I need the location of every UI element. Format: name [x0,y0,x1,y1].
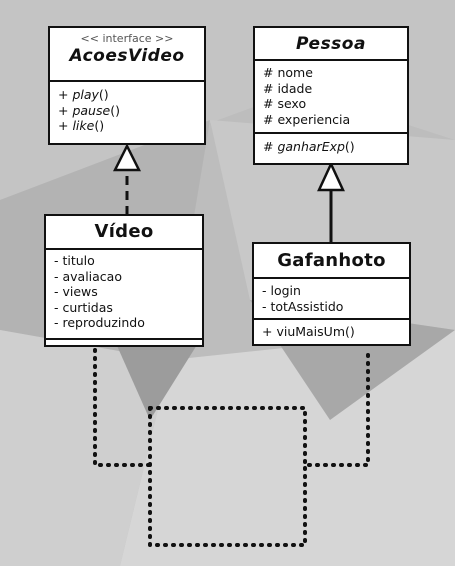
pessoa-header: Pessoa [255,28,407,59]
interface-header: << interface >> AcoesVideo [50,28,204,80]
gafanhoto-header: Gafanhoto [254,244,409,277]
attribute-idade: # idade [263,80,313,96]
inheritance-arrowhead [317,161,345,192]
gafanhoto-name: Gafanhoto [277,250,386,271]
gafanhoto-methods: + viuMaisUm() [254,318,409,340]
class-video-box: Vídeo - titulo - avaliacao - views - cur… [44,214,204,347]
attribute-nome: # nome [263,65,313,80]
video-attributes: - titulo - avaliacao - views - curtidas … [46,248,202,338]
pessoa-name: Pessoa [296,34,366,54]
method-like: + like() [58,118,105,133]
attribute-views: - views [54,284,98,299]
attribute-experiencia: # experiencia [263,111,351,127]
video-methods [46,338,202,345]
method-pause: + pause() [58,102,120,118]
gafanhoto-attributes: - login - totAssistido [254,277,409,318]
attribute-titulo: - titulo [54,253,95,268]
attribute-login: - login [262,283,301,298]
attribute-sexo: # sexo [263,96,307,111]
pessoa-attributes: # nome # idade # sexo # experiencia [255,59,407,132]
attribute-reproduzindo: - reproduzindo [54,315,145,330]
method-play: + play() [58,87,109,102]
method-viumaisum: + viuMaisUm() [262,324,355,339]
class-gafanhoto-box: Gafanhoto - login - totAssistido + viuMa… [252,242,411,346]
interface-stereotype: << interface >> [80,32,174,45]
attribute-avaliacao: - avaliacao [54,268,122,284]
pessoa-methods: # ganharExp() [255,132,407,155]
interface-methods: + play() + pause() + like() [50,80,204,134]
realization-arrowhead [112,143,142,172]
video-name: Vídeo [94,221,154,242]
dotted-association [93,348,370,547]
interface-acoesvideo-box: << interface >> AcoesVideo + play() + pa… [48,26,206,145]
attribute-totassistido: - totAssistido [262,298,344,314]
method-ganharexp: # ganharExp() [263,139,355,154]
attribute-curtidas: - curtidas [54,299,113,315]
class-pessoa-box: Pessoa # nome # idade # sexo # experienc… [253,26,409,165]
interface-name: AcoesVideo [69,46,185,66]
video-header: Vídeo [46,216,202,248]
